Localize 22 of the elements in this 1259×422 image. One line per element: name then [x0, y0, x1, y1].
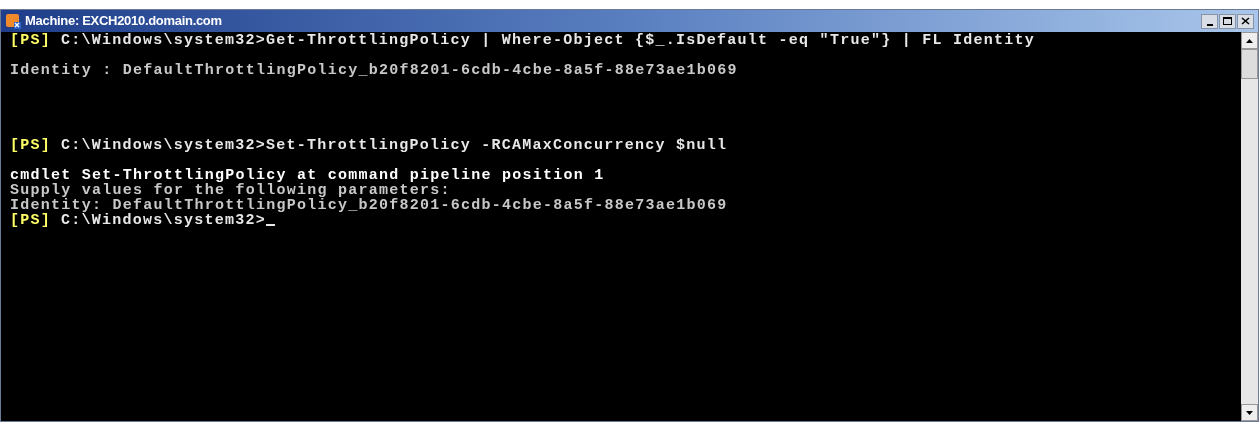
up-arrow-icon — [1246, 38, 1253, 43]
scrollbar[interactable] — [1241, 32, 1258, 421]
prompt-label: [PS] — [10, 33, 51, 48]
output-text: Identity: DefaultThrottlingPolicy_b20f8201-6cdb-4cbe-8a5f-88e73ae1b069 — [10, 198, 728, 213]
command-line: C:\Windows\system32> — [61, 213, 267, 228]
down-arrow-icon — [1246, 410, 1253, 415]
scroll-up-button[interactable] — [1241, 32, 1258, 49]
scroll-thumb[interactable] — [1241, 49, 1258, 79]
minimize-button[interactable] — [1201, 13, 1218, 29]
command-line: C:\Windows\system32>Get-ThrottlingPolicy | Where-Object {$_.IsDefault -eq "True"} | FL Identity — [61, 33, 1035, 48]
output-text: Supply values for the following parameters: — [10, 183, 451, 198]
command-line: C:\Windows\system32>Set-ThrottlingPolicy -RCAMaxConcurrency $null — [61, 138, 728, 153]
window-title: Machine: EXCH2010.domain.com — [25, 12, 222, 31]
output-text: cmdlet Set-ThrottlingPolicy at command pipeline position 1 — [10, 168, 605, 183]
prompt-label: [PS] — [10, 138, 51, 153]
scroll-down-button[interactable] — [1241, 404, 1258, 421]
maximize-button[interactable] — [1219, 13, 1236, 29]
close-icon — [1241, 17, 1250, 25]
close-button[interactable] — [1237, 13, 1254, 29]
output-text: Identity : DefaultThrottlingPolicy_b20f8201-6cdb-4cbe-8a5f-88e73ae1b069 — [10, 63, 738, 78]
prompt-label: [PS] — [10, 213, 51, 228]
powershell-icon — [5, 13, 21, 29]
